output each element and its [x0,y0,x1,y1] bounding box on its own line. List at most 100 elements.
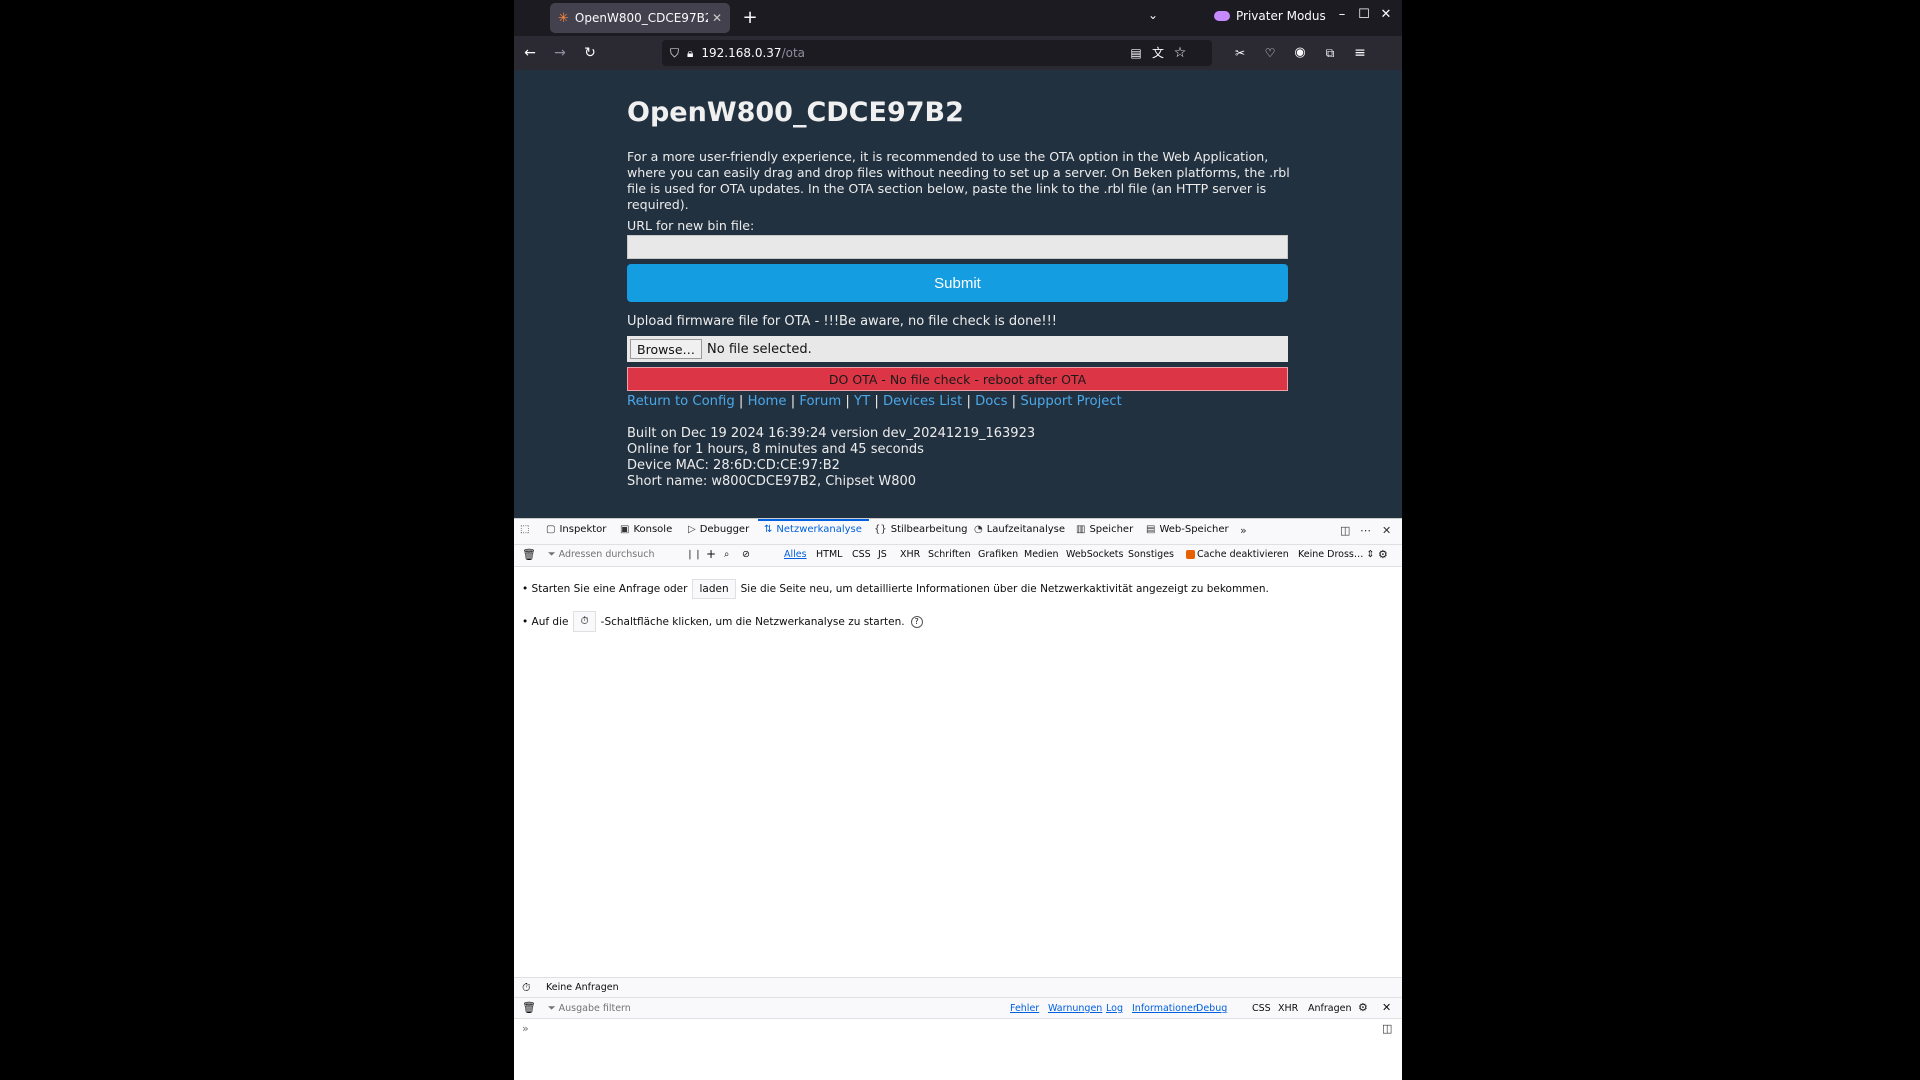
console-settings-icon[interactable]: ⚙ [1358,1001,1368,1014]
link-devices-list[interactable]: Devices List [883,394,962,409]
throttle-select[interactable]: Keine Dross… ⇕ [1298,549,1374,560]
pocket-icon[interactable]: ♡ [1260,43,1280,63]
shield-icon[interactable]: ⛉ [670,46,679,61]
menu-icon[interactable]: ≡ [1350,43,1370,63]
filter-grafiken[interactable]: Grafiken [978,549,1018,560]
link-home[interactable]: Home [748,394,787,409]
stopwatch-icon[interactable]: ⏱ [522,981,531,995]
forward-icon[interactable]: → [550,43,570,63]
console-filter-warnungen[interactable]: Warnungen [1048,1003,1102,1014]
block-icon[interactable]: ⊘ [742,549,750,560]
link-support-project[interactable]: Support Project [1020,394,1121,409]
back-icon[interactable]: ← [520,43,540,63]
tab-web-speicher[interactable]: ▤ Web-Speicher [1146,524,1229,535]
editor-mode-icon[interactable]: ◫ [1382,1022,1392,1035]
link-forum[interactable]: Forum [799,394,841,409]
filter-placeholder: Adressen durchsuch [558,549,655,560]
list-all-tabs-icon[interactable]: ⌄ [1148,8,1158,22]
filter-alles[interactable]: Alles [784,549,807,560]
close-window-icon[interactable]: ✕ [1376,7,1396,22]
extensions-icon[interactable]: ⧉ [1320,43,1340,63]
mac-info: Device MAC: 28:6D:CD:CE:97:B2 [627,458,840,473]
clear-console-icon[interactable]: 🗑︎ [522,1001,536,1014]
file-input[interactable]: Browse… No file selected. [627,336,1288,362]
console-filter-xhr[interactable]: XHR [1278,1003,1298,1014]
link-yt[interactable]: YT [854,394,870,409]
filter-websockets[interactable]: WebSockets [1066,549,1123,560]
translate-icon[interactable]: 文 [1148,43,1168,63]
dock-side-icon[interactable]: ◫ [1340,524,1350,537]
tab-inspektor[interactable]: ▢ Inspektor [546,524,606,535]
do-ota-button[interactable]: DO OTA - No file check - reboot after OT… [627,367,1288,391]
browse-button[interactable]: Browse… [630,339,703,359]
link-docs[interactable]: Docs [975,394,1007,409]
tab-konsole[interactable]: ▣ Konsole [620,524,672,535]
devtools-tabs: ⬚ ▢ Inspektor ▣ Konsole ▷ Debugger ⇅ Netzwer… [514,519,1402,545]
devtools-menu-icon[interactable]: ⋯ [1360,524,1371,537]
console-filter-css[interactable]: CSS [1252,1003,1271,1014]
console-filter-input[interactable]: ⏷ Ausgabe filtern [548,1003,631,1014]
network-hint-start: • Auf die ⏱ -Schaltfläche klicken, um di… [522,611,923,632]
requests-status: Keine Anfragen [546,982,619,993]
build-info: Built on Dec 19 2024 16:39:24 version de… [627,426,1036,441]
console-filter-debug[interactable]: Debug [1196,1003,1227,1014]
reader-view-icon[interactable]: ▤ [1126,43,1146,63]
ota-url-input[interactable] [627,235,1288,259]
bookmark-star-icon[interactable]: ☆ [1170,43,1190,63]
network-hint-reload: • Starten Sie eine Anfrage oder laden Si… [522,579,1269,599]
filter-schriften[interactable]: Schriften [928,549,971,560]
stopwatch-button[interactable]: ⏱ [573,611,596,632]
browser-tab[interactable]: ✳ OpenW800_CDCE97B2 ✕ [550,3,730,33]
tab-laufzeitanalyse[interactable]: ◔ Laufzeitanalyse [974,524,1065,535]
favicon-icon: ✳ [558,10,569,26]
no-file-text: No file selected. [707,341,812,357]
help-icon[interactable]: ? [910,615,923,628]
pause-icon[interactable]: ❘❘ [686,549,702,560]
more-tabs-icon[interactable]: » [1240,524,1247,537]
url-host: 192.168.0.37 [701,46,782,60]
account-icon[interactable]: ◉ [1290,43,1310,63]
cache-disable-checkbox[interactable]: Cache deaktivieren [1186,549,1289,560]
filter-sonstiges[interactable]: Sonstiges [1128,549,1174,560]
tab-speicher[interactable]: ▥ Speicher [1076,524,1133,535]
inspector-icon: ▢ [546,524,556,535]
submit-button[interactable]: Submit [627,264,1288,302]
screenshot-icon[interactable]: ✂ [1230,43,1250,63]
lock-icon[interactable]: 🔒︎ [687,46,693,61]
console-filter-log[interactable]: Log [1106,1003,1123,1014]
tab-label: Laufzeitanalyse [986,524,1066,535]
storage-icon: ▤ [1146,524,1156,535]
url-filter-input[interactable]: ⏷ Adressen durchsuch [548,549,655,560]
close-tab-icon[interactable]: ✕ [712,11,722,25]
maximize-icon[interactable]: ☐ [1354,7,1374,22]
tab-title: OpenW800_CDCE97B2 [574,11,708,25]
navigation-bar: ← → ↻ ⛉ 🔒︎ 192.168.0.37/ota ▤ 文 ☆ ✂ ♡ ◉ … [514,36,1402,70]
reload-button[interactable]: laden [692,579,736,599]
network-settings-icon[interactable]: ⚙ [1378,548,1388,561]
element-picker-icon[interactable]: ⬚ [520,524,529,535]
tab-debugger[interactable]: ▷ Debugger [688,524,749,535]
performance-icon: ◔ [974,524,983,535]
console-input[interactable]: » ◫ [514,1019,1402,1041]
filter-html[interactable]: HTML [816,549,842,560]
filter-xhr[interactable]: XHR [900,549,920,560]
close-devtools-icon[interactable]: ✕ [1382,524,1391,537]
filter-js[interactable]: JS [878,549,887,560]
link-return-to-config[interactable]: Return to Config [627,394,735,409]
minimize-icon[interactable]: – [1332,7,1352,22]
tab-netzwerkanalyse[interactable]: ⇅ Netzwerkanalyse [764,524,862,535]
console-filter-fehler[interactable]: Fehler [1010,1003,1039,1014]
search-icon[interactable]: ⌕ [724,549,729,560]
new-tab-icon[interactable]: + [738,6,762,30]
filter-medien[interactable]: Medien [1024,549,1059,560]
add-icon[interactable]: + [706,547,716,561]
reload-icon[interactable]: ↻ [580,43,600,63]
tab-stilbearbeitung[interactable]: {} Stilbearbeitung [874,524,968,535]
trash-icon[interactable]: 🗑︎ [522,548,536,561]
uptime-info: Online for 1 hours, 8 minutes and 45 sec… [627,442,924,457]
tab-label: Web-Speicher [1159,524,1229,535]
filter-css[interactable]: CSS [852,549,871,560]
close-split-console-icon[interactable]: ✕ [1382,1001,1391,1014]
console-filter-informationen[interactable]: Informationen [1132,1003,1199,1014]
console-filter-anfragen[interactable]: Anfragen [1308,1003,1352,1014]
